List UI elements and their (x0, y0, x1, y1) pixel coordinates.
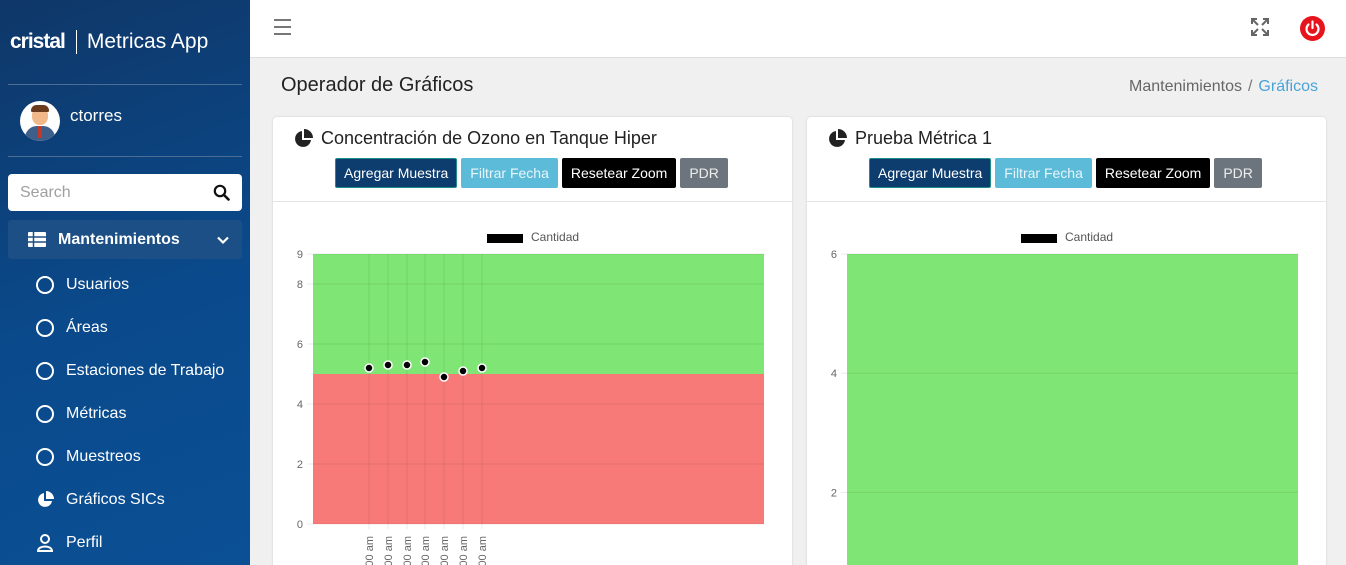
legend-swatch (487, 234, 523, 243)
sidebar-item-perfil[interactable]: Perfil (8, 521, 242, 564)
y-tick-label: 0 (297, 519, 303, 531)
card-toolbar: Agregar Muestra Filtrar Fecha Resetear Z… (335, 158, 732, 188)
app-title[interactable]: Metricas App (87, 30, 208, 54)
sidebar-item-graficos-sics[interactable]: Gráficos SICs (8, 478, 242, 521)
sidebar-item-metricas[interactable]: Métricas (8, 392, 242, 435)
circle-icon (36, 361, 54, 380)
legend-label: Cantidad (531, 230, 579, 244)
search-box (8, 174, 242, 211)
data-point (420, 357, 430, 367)
pie-chart-icon (36, 490, 54, 509)
reset-zoom-button[interactable]: Resetear Zoom (1095, 158, 1211, 188)
pie-chart-icon (295, 128, 313, 147)
user-panel: ctorres (8, 85, 242, 157)
brand: cristal Metricas App (8, 0, 242, 85)
chevron-down-icon[interactable] (216, 233, 230, 247)
y-tick-label: 2 (831, 487, 837, 499)
card-header: Prueba Métrica 1 Agregar Muestra Filtrar… (807, 117, 1326, 202)
card-title-text: Concentración de Ozono en Tanque Hiper (321, 128, 657, 148)
username[interactable]: ctorres (70, 106, 122, 126)
table-icon (28, 231, 46, 249)
page-title: Operador de Gráficos (281, 74, 474, 96)
circle-icon (36, 275, 54, 294)
pdf-button[interactable]: PDR (680, 158, 728, 188)
card-header: Concentración de Ozono en Tanque Hiper A… (273, 117, 792, 202)
reset-zoom-button[interactable]: Resetear Zoom (561, 158, 677, 188)
data-point (402, 360, 412, 370)
menu-toggle-icon[interactable] (274, 19, 291, 35)
y-tick-label: 4 (297, 399, 303, 411)
data-point (364, 363, 374, 373)
x-tick-label: 00 am (364, 536, 376, 565)
y-tick-label: 4 (831, 368, 837, 380)
sidebar-nav: Mantenimientos Usuarios Áreas Estaciones… (0, 220, 250, 564)
chart-card-1: Concentración de Ozono en Tanque Hiper A… (273, 117, 792, 565)
chart-prueba-metrica: 2 4 6 Cantidad (831, 230, 1298, 565)
chart-card-2: Prueba Métrica 1 Agregar Muestra Filtrar… (807, 117, 1326, 565)
breadcrumb-item[interactable]: Mantenimientos (1129, 78, 1242, 95)
sidebar-item-label: Mantenimientos (58, 230, 180, 248)
search-input[interactable] (20, 183, 190, 202)
data-point (383, 360, 393, 370)
sidebar-item-label: Métricas (66, 404, 127, 422)
topbar (250, 0, 1346, 58)
y-tick-label: 9 (297, 249, 303, 261)
y-tick-label: 6 (831, 249, 837, 261)
circle-icon (36, 404, 54, 423)
fullscreen-icon[interactable] (1251, 18, 1269, 36)
pdf-button[interactable]: PDR (1214, 158, 1262, 188)
card-title: Concentración de Ozono en Tanque Hiper (293, 128, 657, 149)
breadcrumb-current[interactable]: Gráficos (1258, 78, 1318, 95)
sidebar: cristal Metricas App ctorres Mantenimien… (0, 0, 250, 565)
breadcrumb: Mantenimientos / Gráficos (1129, 78, 1318, 96)
data-point (477, 363, 487, 373)
sidebar-item-label: Muestreos (66, 447, 141, 465)
power-icon[interactable] (1300, 16, 1325, 41)
avatar[interactable] (20, 100, 60, 141)
sidebar-item-mantenimientos[interactable]: Mantenimientos (8, 220, 242, 259)
x-tick-label: 00 am (439, 536, 451, 565)
sidebar-item-label: Estaciones de Trabajo (66, 361, 225, 379)
sidebar-item-label: Áreas (66, 318, 108, 336)
sidebar-item-areas[interactable]: Áreas (8, 306, 242, 349)
y-tick-label: 2 (297, 459, 303, 471)
x-tick-label: 00 am (458, 536, 470, 565)
add-sample-button[interactable]: Agregar Muestra (335, 158, 458, 188)
breadcrumb-separator: / (1247, 78, 1253, 95)
search-icon[interactable] (213, 184, 230, 201)
circle-icon (36, 318, 54, 337)
x-tick-label: 00 am (383, 536, 395, 565)
data-point (458, 366, 468, 376)
data-point (439, 372, 449, 382)
brand-logo[interactable]: cristal (10, 30, 66, 54)
chart-band (313, 254, 764, 374)
add-sample-button[interactable]: Agregar Muestra (869, 158, 992, 188)
sidebar-item-label: Gráficos SICs (66, 490, 165, 508)
chart-ozone: 0 2 4 6 8 9 00 am 00 am 00 am 00 am 00 am 00 am 00 a… (297, 230, 764, 565)
x-tick-label: 00 am (420, 536, 432, 565)
y-tick-label: 8 (297, 279, 303, 291)
sidebar-item-estaciones[interactable]: Estaciones de Trabajo (8, 349, 242, 392)
sidebar-item-label: Perfil (66, 533, 103, 551)
x-tick-label: 00 am (402, 536, 414, 565)
y-tick-label: 6 (297, 339, 303, 351)
chart-band (847, 254, 1298, 565)
card-title-text: Prueba Métrica 1 (855, 128, 993, 148)
card-toolbar: Agregar Muestra Filtrar Fecha Resetear Z… (869, 158, 1266, 188)
circle-icon (36, 447, 54, 466)
legend-swatch (1021, 234, 1057, 243)
sidebar-item-muestreos[interactable]: Muestreos (8, 435, 242, 478)
brand-divider (75, 30, 77, 54)
filter-date-button[interactable]: Filtrar Fecha (995, 158, 1092, 188)
chart-band (313, 374, 764, 524)
legend-label: Cantidad (1065, 230, 1113, 244)
sidebar-item-usuarios[interactable]: Usuarios (8, 263, 242, 306)
card-title: Prueba Métrica 1 (827, 128, 992, 149)
pie-chart-icon (829, 128, 847, 147)
sidebar-item-label: Usuarios (66, 275, 130, 293)
user-icon (36, 533, 54, 552)
filter-date-button[interactable]: Filtrar Fecha (461, 158, 558, 188)
x-tick-label: 00 am (477, 536, 489, 565)
